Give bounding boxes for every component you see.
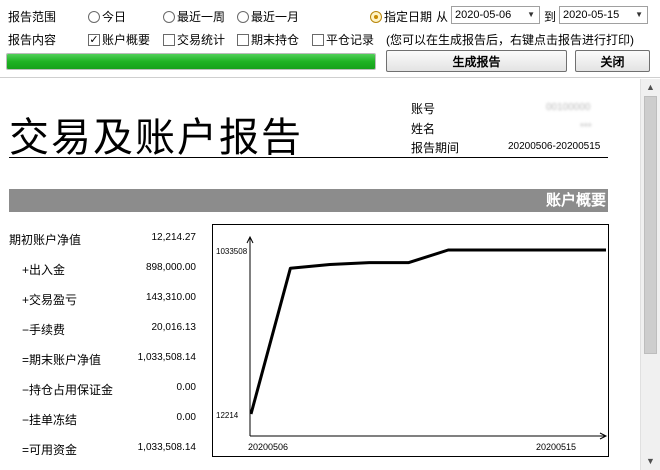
to-date-value: 2020-05-15 <box>563 9 620 21</box>
radio-indicator <box>163 10 175 23</box>
row-value-deposits: 898,000.00 <box>145 262 196 273</box>
radio-indicator <box>88 10 100 23</box>
print-hint-text: (您可以在生成报告后，右键点击报告进行打印) <box>386 33 634 47</box>
range-today-label: 今日 <box>102 10 127 24</box>
account-value: 00100000 <box>546 102 591 113</box>
x-tick-label: 20200506 <box>248 442 288 452</box>
equity-series-line <box>249 248 606 415</box>
y-tick-label: 1033508 <box>216 247 248 256</box>
row-value-trade-pnl: 143,310.00 <box>145 292 196 303</box>
report-options-toolbar: 报告范围 今日 最近一周 最近一月 指定日期 从 2020-05-06 ▼ 到 … <box>0 0 660 78</box>
row-value-opening-equity: 12,214.27 <box>151 232 197 243</box>
equity-chart: 12214 1033508 20200506 20200515 <box>212 224 609 457</box>
close-button[interactable]: 关闭 <box>575 50 650 72</box>
period-label: 报告期间 <box>411 141 460 155</box>
range-month-label: 最近一月 <box>251 10 300 24</box>
report-range-label: 报告范围 <box>8 10 57 24</box>
range-week-radio[interactable]: 最近一周 <box>163 8 225 25</box>
row-value-margin: 0.00 <box>176 382 196 393</box>
row-label-trade-pnl: +交易盈亏 <box>22 293 78 307</box>
row-label-available: =可用资金 <box>22 443 78 457</box>
progress-bar <box>6 53 376 70</box>
report-title: 交易及账户报告 <box>9 115 303 161</box>
account-label: 账号 <box>411 102 436 116</box>
generate-report-button[interactable]: 生成报告 <box>386 50 567 72</box>
checkbox-empty <box>312 33 324 46</box>
name-value: *** <box>580 122 592 133</box>
progress-fill <box>7 54 375 69</box>
title-divider <box>9 157 608 158</box>
row-label-opening-equity: 期初账户净值 <box>9 233 82 247</box>
row-label-margin: −持仓占用保证金 <box>22 383 114 397</box>
row-value-closing-equity: 1,033,508.14 <box>137 352 196 363</box>
range-month-radio[interactable]: 最近一月 <box>237 8 299 25</box>
from-date-value: 2020-05-06 <box>455 9 512 21</box>
content-positions-label: 期末持仓 <box>251 33 300 47</box>
radio-indicator <box>237 10 249 23</box>
range-today-radio[interactable]: 今日 <box>88 8 126 25</box>
checkmark-icon: ✓ <box>88 33 100 46</box>
name-label: 姓名 <box>411 122 436 136</box>
content-close-records-checkbox[interactable]: 平仓记录 <box>312 31 374 48</box>
checkbox-empty <box>237 33 249 46</box>
scroll-down-arrow-icon[interactable]: ▼ <box>641 453 660 470</box>
chevron-down-icon: ▼ <box>527 10 535 19</box>
range-custom-label: 指定日期 <box>384 10 433 24</box>
report-content-label: 报告内容 <box>8 33 57 47</box>
content-summary-label: 账户概要 <box>102 33 151 47</box>
radio-indicator-selected <box>370 10 382 23</box>
row-label-closing-equity: =期末账户净值 <box>22 353 102 367</box>
row-value-fees: 20,016.13 <box>151 322 197 333</box>
content-trade-stats-checkbox[interactable]: 交易统计 <box>163 31 225 48</box>
row-label-frozen: −挂单冻结 <box>22 413 78 427</box>
x-tick-label: 20200515 <box>536 442 576 452</box>
chevron-down-icon: ▼ <box>635 10 643 19</box>
period-value: 20200506-20200515 <box>508 141 601 152</box>
content-trade-stats-label: 交易统计 <box>177 33 226 47</box>
row-value-frozen: 0.00 <box>176 412 196 423</box>
from-label: 从 <box>436 10 449 24</box>
content-close-records-label: 平仓记录 <box>326 33 375 47</box>
report-view: 交易及账户报告 账号 00100000 姓名 *** 报告期间 20200506… <box>0 79 640 470</box>
scrollbar-thumb[interactable] <box>644 96 657 354</box>
content-positions-checkbox[interactable]: 期末持仓 <box>237 31 299 48</box>
to-label: 到 <box>544 10 557 24</box>
y-tick-label: 12214 <box>216 411 239 420</box>
from-date-select[interactable]: 2020-05-06 ▼ <box>451 6 540 24</box>
row-label-deposits: +出入金 <box>22 263 66 277</box>
to-date-select[interactable]: 2020-05-15 ▼ <box>559 6 648 24</box>
scroll-up-arrow-icon[interactable]: ▲ <box>641 79 660 96</box>
range-custom-radio[interactable]: 指定日期 <box>370 8 432 25</box>
vertical-scrollbar[interactable]: ▲ ▼ <box>640 79 660 470</box>
section-header-account-summary: 账户概要 <box>9 189 608 212</box>
content-summary-checkbox[interactable]: ✓ 账户概要 <box>88 31 150 48</box>
row-label-fees: −手续费 <box>22 323 66 337</box>
checkbox-empty <box>163 33 175 46</box>
range-week-label: 最近一周 <box>177 10 226 24</box>
equity-chart-svg: 12214 1033508 20200506 20200515 <box>216 235 608 452</box>
row-value-available: 1,033,508.14 <box>137 442 196 453</box>
